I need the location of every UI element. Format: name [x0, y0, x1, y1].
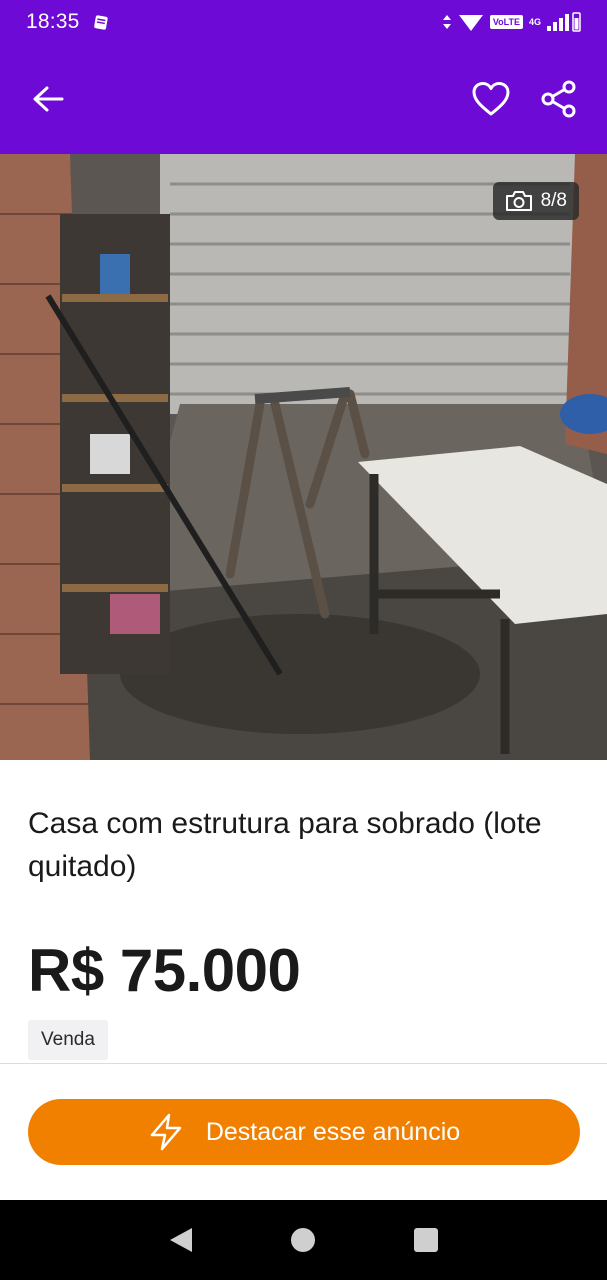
nav-home-button[interactable]: [290, 1228, 315, 1252]
app-bar: [0, 44, 607, 154]
listing-title: Casa com estrutura para sobrado (lote qu…: [28, 807, 542, 883]
listing-price: R$ 75.000: [28, 937, 301, 1004]
photo-counter: 8/8: [492, 182, 579, 220]
data-arrows-icon: [442, 15, 451, 29]
status-bar: 18:35 VoLTE 4G: [0, 0, 607, 44]
wifi-icon: [458, 15, 483, 31]
share-icon: [541, 80, 576, 118]
highlight-listing-button[interactable]: Destacar esse anúncio: [28, 1099, 580, 1165]
favorite-button[interactable]: [467, 75, 515, 123]
lightning-icon: [150, 1113, 182, 1151]
arrow-left-icon: [33, 86, 64, 112]
listing-type-tag: Venda: [28, 1020, 108, 1060]
listing-photo[interactable]: 8/8: [0, 154, 607, 760]
back-button[interactable]: [24, 75, 72, 123]
volte-badge: VoLTE: [489, 15, 523, 29]
nav-recents-button[interactable]: [413, 1228, 438, 1252]
camera-icon: [505, 191, 532, 211]
notification-icon: [93, 15, 108, 30]
nav-back-button[interactable]: [169, 1228, 192, 1252]
network-type: 4G: [528, 17, 541, 27]
system-nav-bar: [0, 1200, 607, 1280]
divider: [0, 1063, 607, 1064]
status-time: 18:35: [26, 10, 80, 33]
signal-icon: [547, 12, 581, 32]
share-button[interactable]: [535, 75, 583, 123]
photo-counter-text: 8/8: [540, 190, 567, 211]
heart-icon: [472, 82, 510, 116]
highlight-listing-label: Destacar esse anúncio: [205, 1117, 461, 1146]
garage-interior-image: [0, 154, 607, 760]
